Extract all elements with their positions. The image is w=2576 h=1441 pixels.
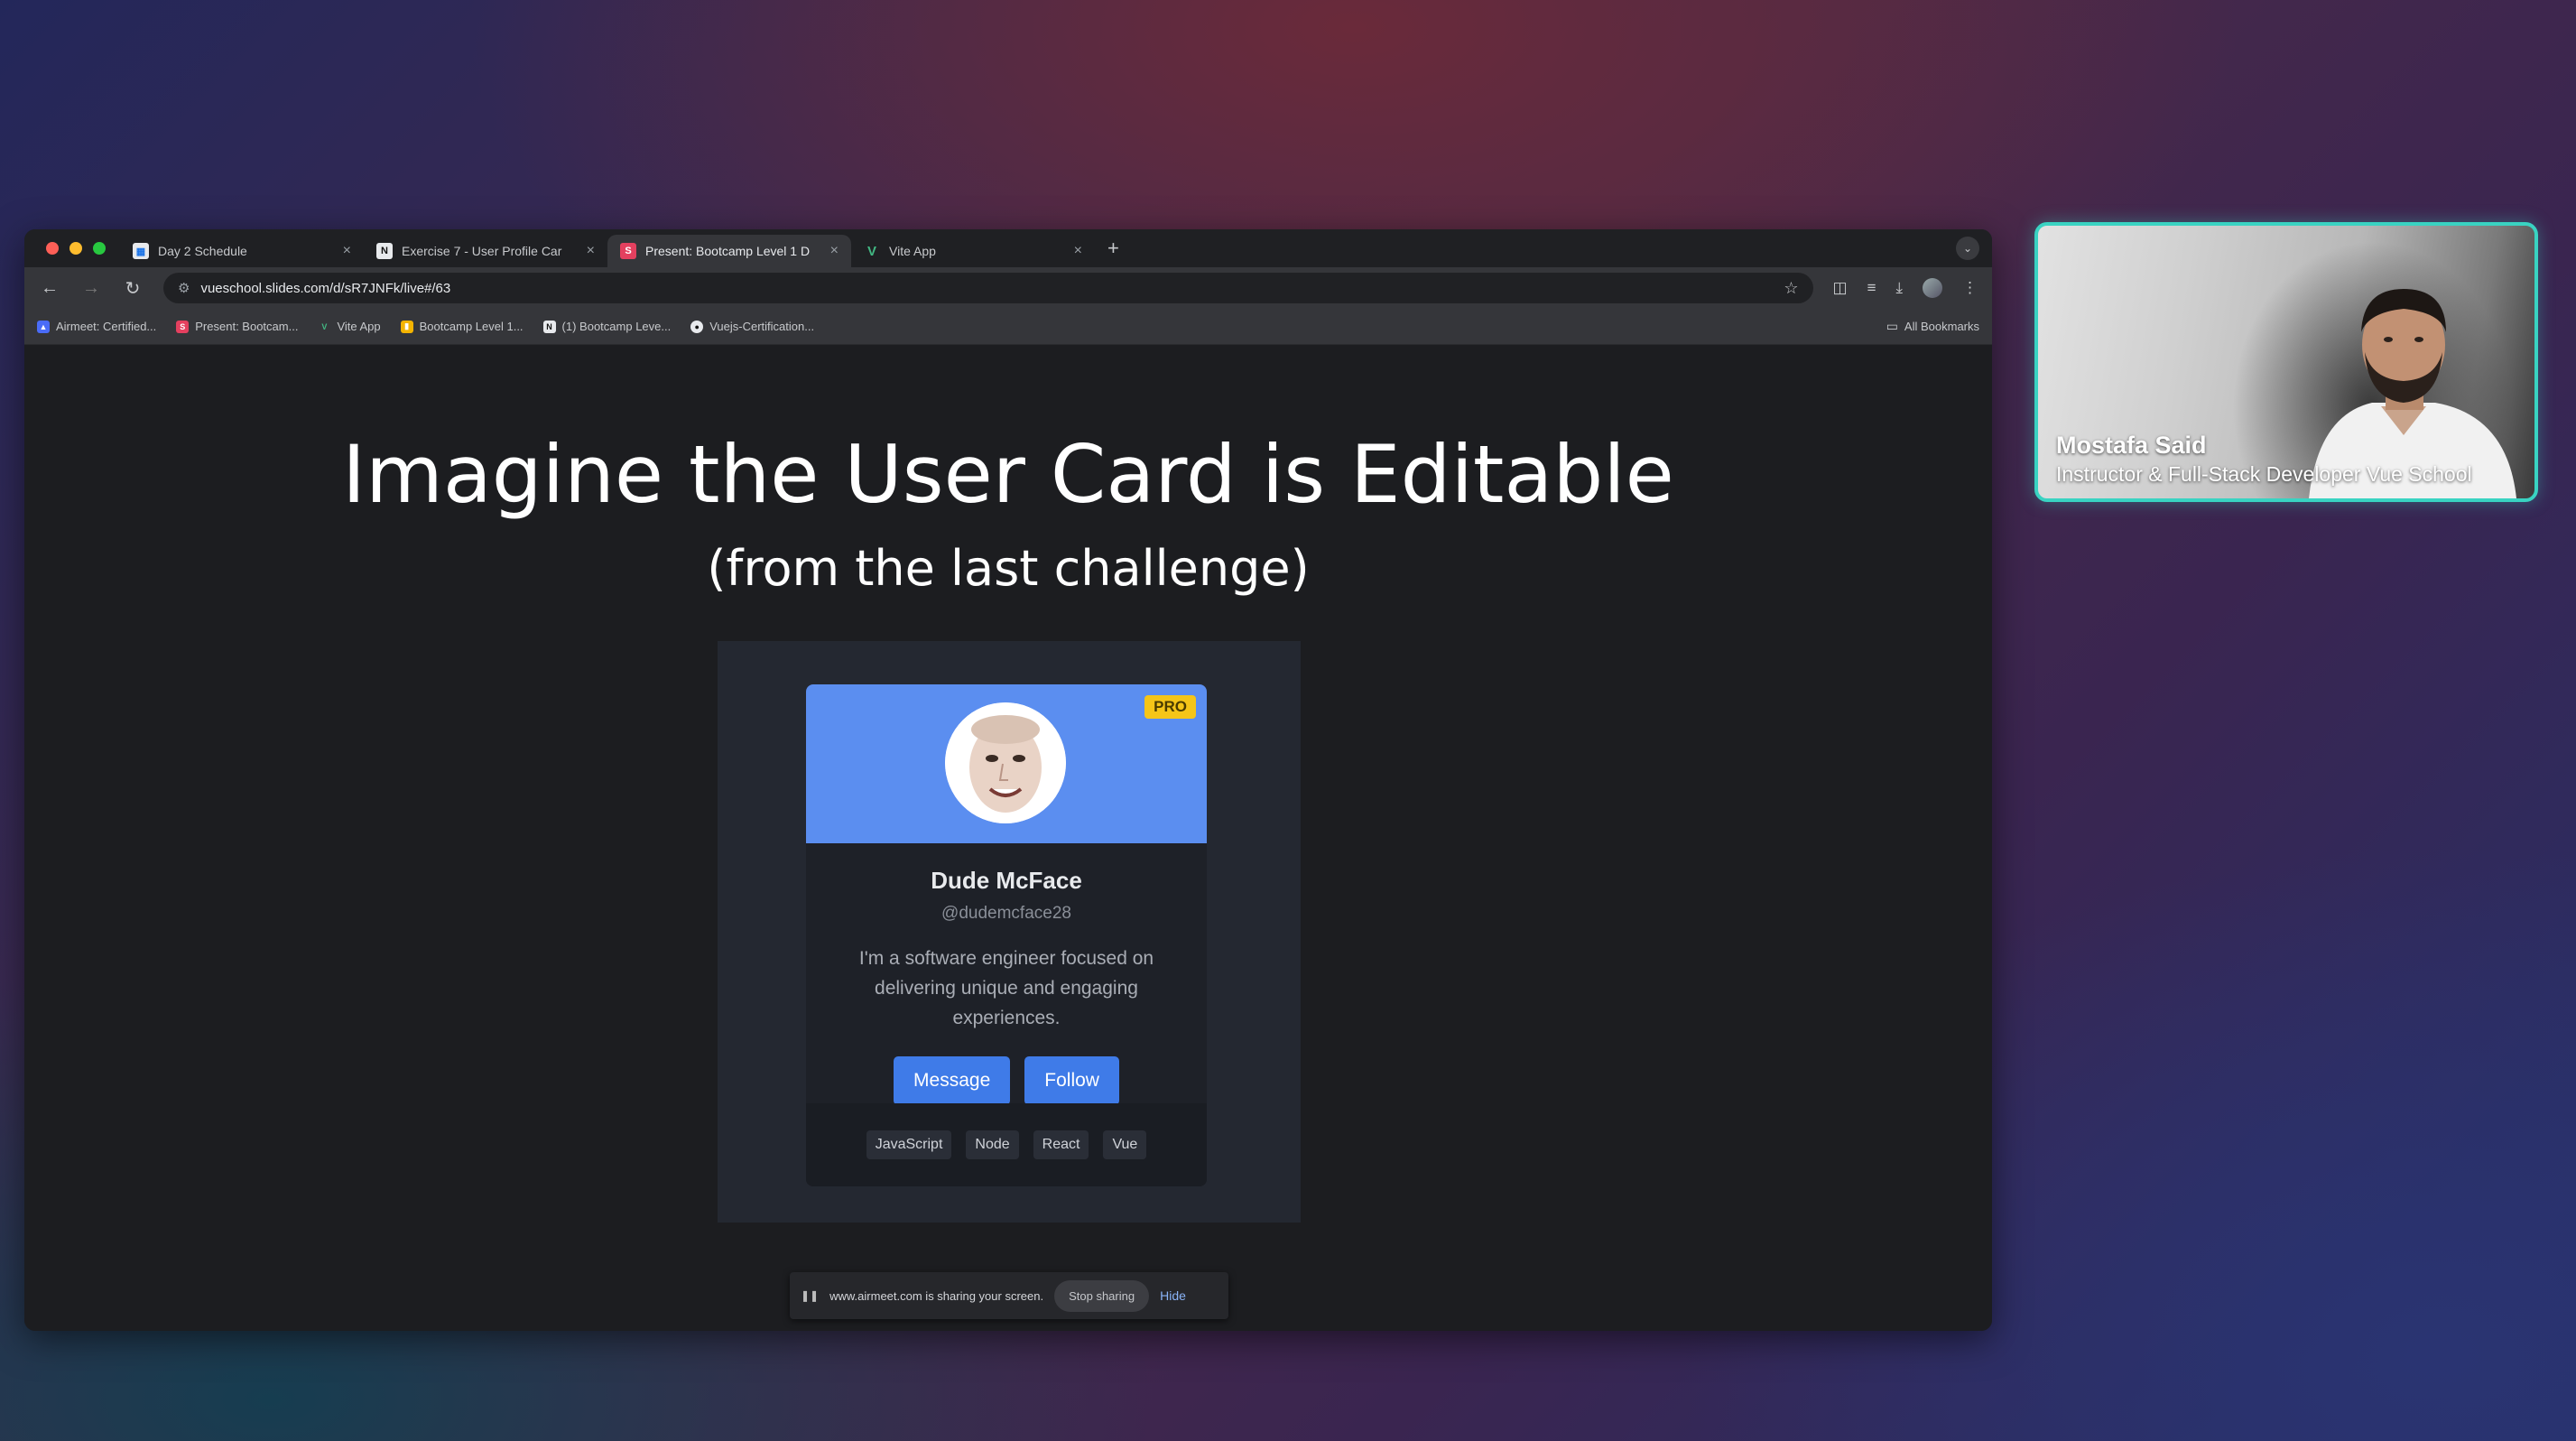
bookmark-label: Present: Bootcam... <box>195 320 299 333</box>
card-name[interactable]: Dude McFace <box>806 867 1207 895</box>
tab-bar: ▦ Day 2 Schedule × N Exercise 7 - User P… <box>24 229 1992 267</box>
address-bar[interactable]: ⚙ vueschool.slides.com/d/sR7JNFk/live#/6… <box>163 273 1813 303</box>
skill-tag: React <box>1033 1130 1089 1159</box>
tab-title: Day 2 Schedule <box>158 244 247 258</box>
url-text: vueschool.slides.com/d/sR7JNFk/live#/63 <box>200 280 451 296</box>
bookmark-label: Vite App <box>337 320 381 333</box>
slides-icon: S <box>620 243 636 259</box>
bookmark-vuejs-certification[interactable]: ● Vuejs-Certification... <box>690 320 814 333</box>
minimize-window-button[interactable] <box>69 242 82 255</box>
message-button[interactable]: Message <box>894 1056 1011 1105</box>
avatar <box>945 702 1066 823</box>
bookmark-airmeet[interactable]: ▲ Airmeet: Certified... <box>37 320 156 333</box>
bookmark-label: Bootcamp Level 1... <box>419 320 524 333</box>
notion-icon: N <box>542 320 556 333</box>
presenter-webcam: Mostafa Said Instructor & Full-Stack Dev… <box>2034 222 2538 502</box>
presenter-role: Instructor & Full-Stack Developer Vue Sc… <box>2056 462 2472 486</box>
site-info-icon[interactable]: ⚙ <box>178 280 190 296</box>
window-controls <box>24 242 120 255</box>
slides-icon: S <box>176 320 190 333</box>
pause-icon: ❚❚ <box>801 1289 820 1302</box>
tab-day-2-schedule[interactable]: ▦ Day 2 Schedule × <box>120 235 364 267</box>
maximize-window-button[interactable] <box>93 242 106 255</box>
all-bookmarks[interactable]: ▭ All Bookmarks <box>1886 319 1979 334</box>
card-handle[interactable]: @dudemcface28 <box>806 904 1207 924</box>
all-bookmarks-label: All Bookmarks <box>1904 320 1979 333</box>
bookmark-bootcamp-level[interactable]: N (1) Bootcamp Leve... <box>542 320 672 333</box>
bookmark-bootcamp-level-1[interactable]: ▮ Bootcamp Level 1... <box>400 320 524 333</box>
skill-tag: Node <box>966 1130 1019 1159</box>
bookmark-star-icon[interactable]: ☆ <box>1784 279 1798 298</box>
card-actions: Message Follow <box>806 1056 1207 1105</box>
close-tab-icon[interactable]: × <box>1074 243 1082 259</box>
bookmark-vite-app[interactable]: V Vite App <box>318 320 380 333</box>
reload-icon[interactable]: ↻ <box>122 277 144 300</box>
pro-badge: PRO <box>1144 695 1196 719</box>
notion-icon: N <box>376 243 393 259</box>
airmeet-icon: ▲ <box>37 320 50 333</box>
media-controls-icon[interactable]: ≡ <box>1867 279 1876 297</box>
presenter-name: Mostafa Said <box>2056 432 2207 459</box>
card-header: PRO <box>806 684 1207 843</box>
sharing-text: www.airmeet.com is sharing your screen. <box>829 1288 1044 1303</box>
tab-present-bootcamp[interactable]: S Present: Bootcamp Level 1 D × <box>607 235 851 267</box>
skill-tag: Vue <box>1103 1130 1147 1159</box>
tab-vite-app[interactable]: V Vite App × <box>851 235 1095 267</box>
download-icon[interactable]: ⤓ <box>1895 279 1903 297</box>
avatar-face-icon <box>945 702 1066 823</box>
bookmark-folder-icon: ▮ <box>400 320 413 333</box>
bookmark-label: Airmeet: Certified... <box>56 320 157 333</box>
follow-button[interactable]: Follow <box>1024 1056 1119 1105</box>
vue-icon: V <box>321 321 328 331</box>
calendar-icon: ▦ <box>133 243 149 259</box>
hide-button[interactable]: Hide <box>1160 1288 1186 1303</box>
kebab-menu-icon[interactable]: ⋮ <box>1962 279 1978 297</box>
close-tab-icon[interactable]: × <box>830 243 839 259</box>
extensions-puzzle-icon[interactable]: ◫ <box>1833 279 1848 297</box>
profile-avatar-icon[interactable] <box>1923 278 1942 298</box>
browser-toolbar: ← → ↻ ⚙ vueschool.slides.com/d/sR7JNFk/l… <box>24 267 1992 309</box>
forward-arrow-icon[interactable]: → <box>80 278 102 299</box>
bookmark-present-bootcamp[interactable]: S Present: Bootcam... <box>176 320 298 333</box>
github-icon: ● <box>690 320 704 333</box>
bookmarks-bar: ▲ Airmeet: Certified... S Present: Bootc… <box>24 309 1992 345</box>
close-tab-icon[interactable]: × <box>343 243 351 259</box>
close-tab-icon[interactable]: × <box>587 243 595 259</box>
demo-stage: PRO Dude McFace @dudemcface28 I'm a soft… <box>718 641 1301 1223</box>
slide-title: Imagine the User Card is Editable <box>342 428 1674 521</box>
stop-sharing-button[interactable]: Stop sharing <box>1054 1279 1150 1312</box>
card-bio: I'm a software engineer focused on deliv… <box>858 948 1154 1028</box>
tab-exercise-7[interactable]: N Exercise 7 - User Profile Car × <box>364 235 607 267</box>
tab-search-chevron-icon[interactable]: ⌄ <box>1956 237 1979 260</box>
tab-title: Vite App <box>889 244 936 258</box>
bookmark-label: Vuejs-Certification... <box>709 320 815 333</box>
tab-title: Exercise 7 - User Profile Car <box>402 244 562 258</box>
bookmark-label: (1) Bootcamp Leve... <box>561 320 672 333</box>
user-profile-card: PRO Dude McFace @dudemcface28 I'm a soft… <box>806 684 1207 1186</box>
new-tab-plus-icon[interactable]: + <box>1095 237 1132 260</box>
skill-tags: JavaScript Node React Vue <box>806 1103 1207 1186</box>
vue-icon: V <box>866 243 876 259</box>
folder-icon: ▭ <box>1886 319 1898 333</box>
back-arrow-icon[interactable]: ← <box>39 278 60 299</box>
close-window-button[interactable] <box>46 242 59 255</box>
browser-window: ▦ Day 2 Schedule × N Exercise 7 - User P… <box>24 229 1992 1331</box>
slide-subtitle: (from the last challenge) <box>707 540 1310 597</box>
slide-viewport: Imagine the User Card is Editable (from … <box>24 345 1992 1331</box>
toolbar-icons: ◫ ≡ ⤓ ⋮ <box>1833 278 1978 298</box>
tab-title: Present: Bootcamp Level 1 D <box>645 244 811 258</box>
screen-share-bar: ❚❚ www.airmeet.com is sharing your scree… <box>790 1272 1228 1319</box>
skill-tag: JavaScript <box>866 1130 952 1159</box>
